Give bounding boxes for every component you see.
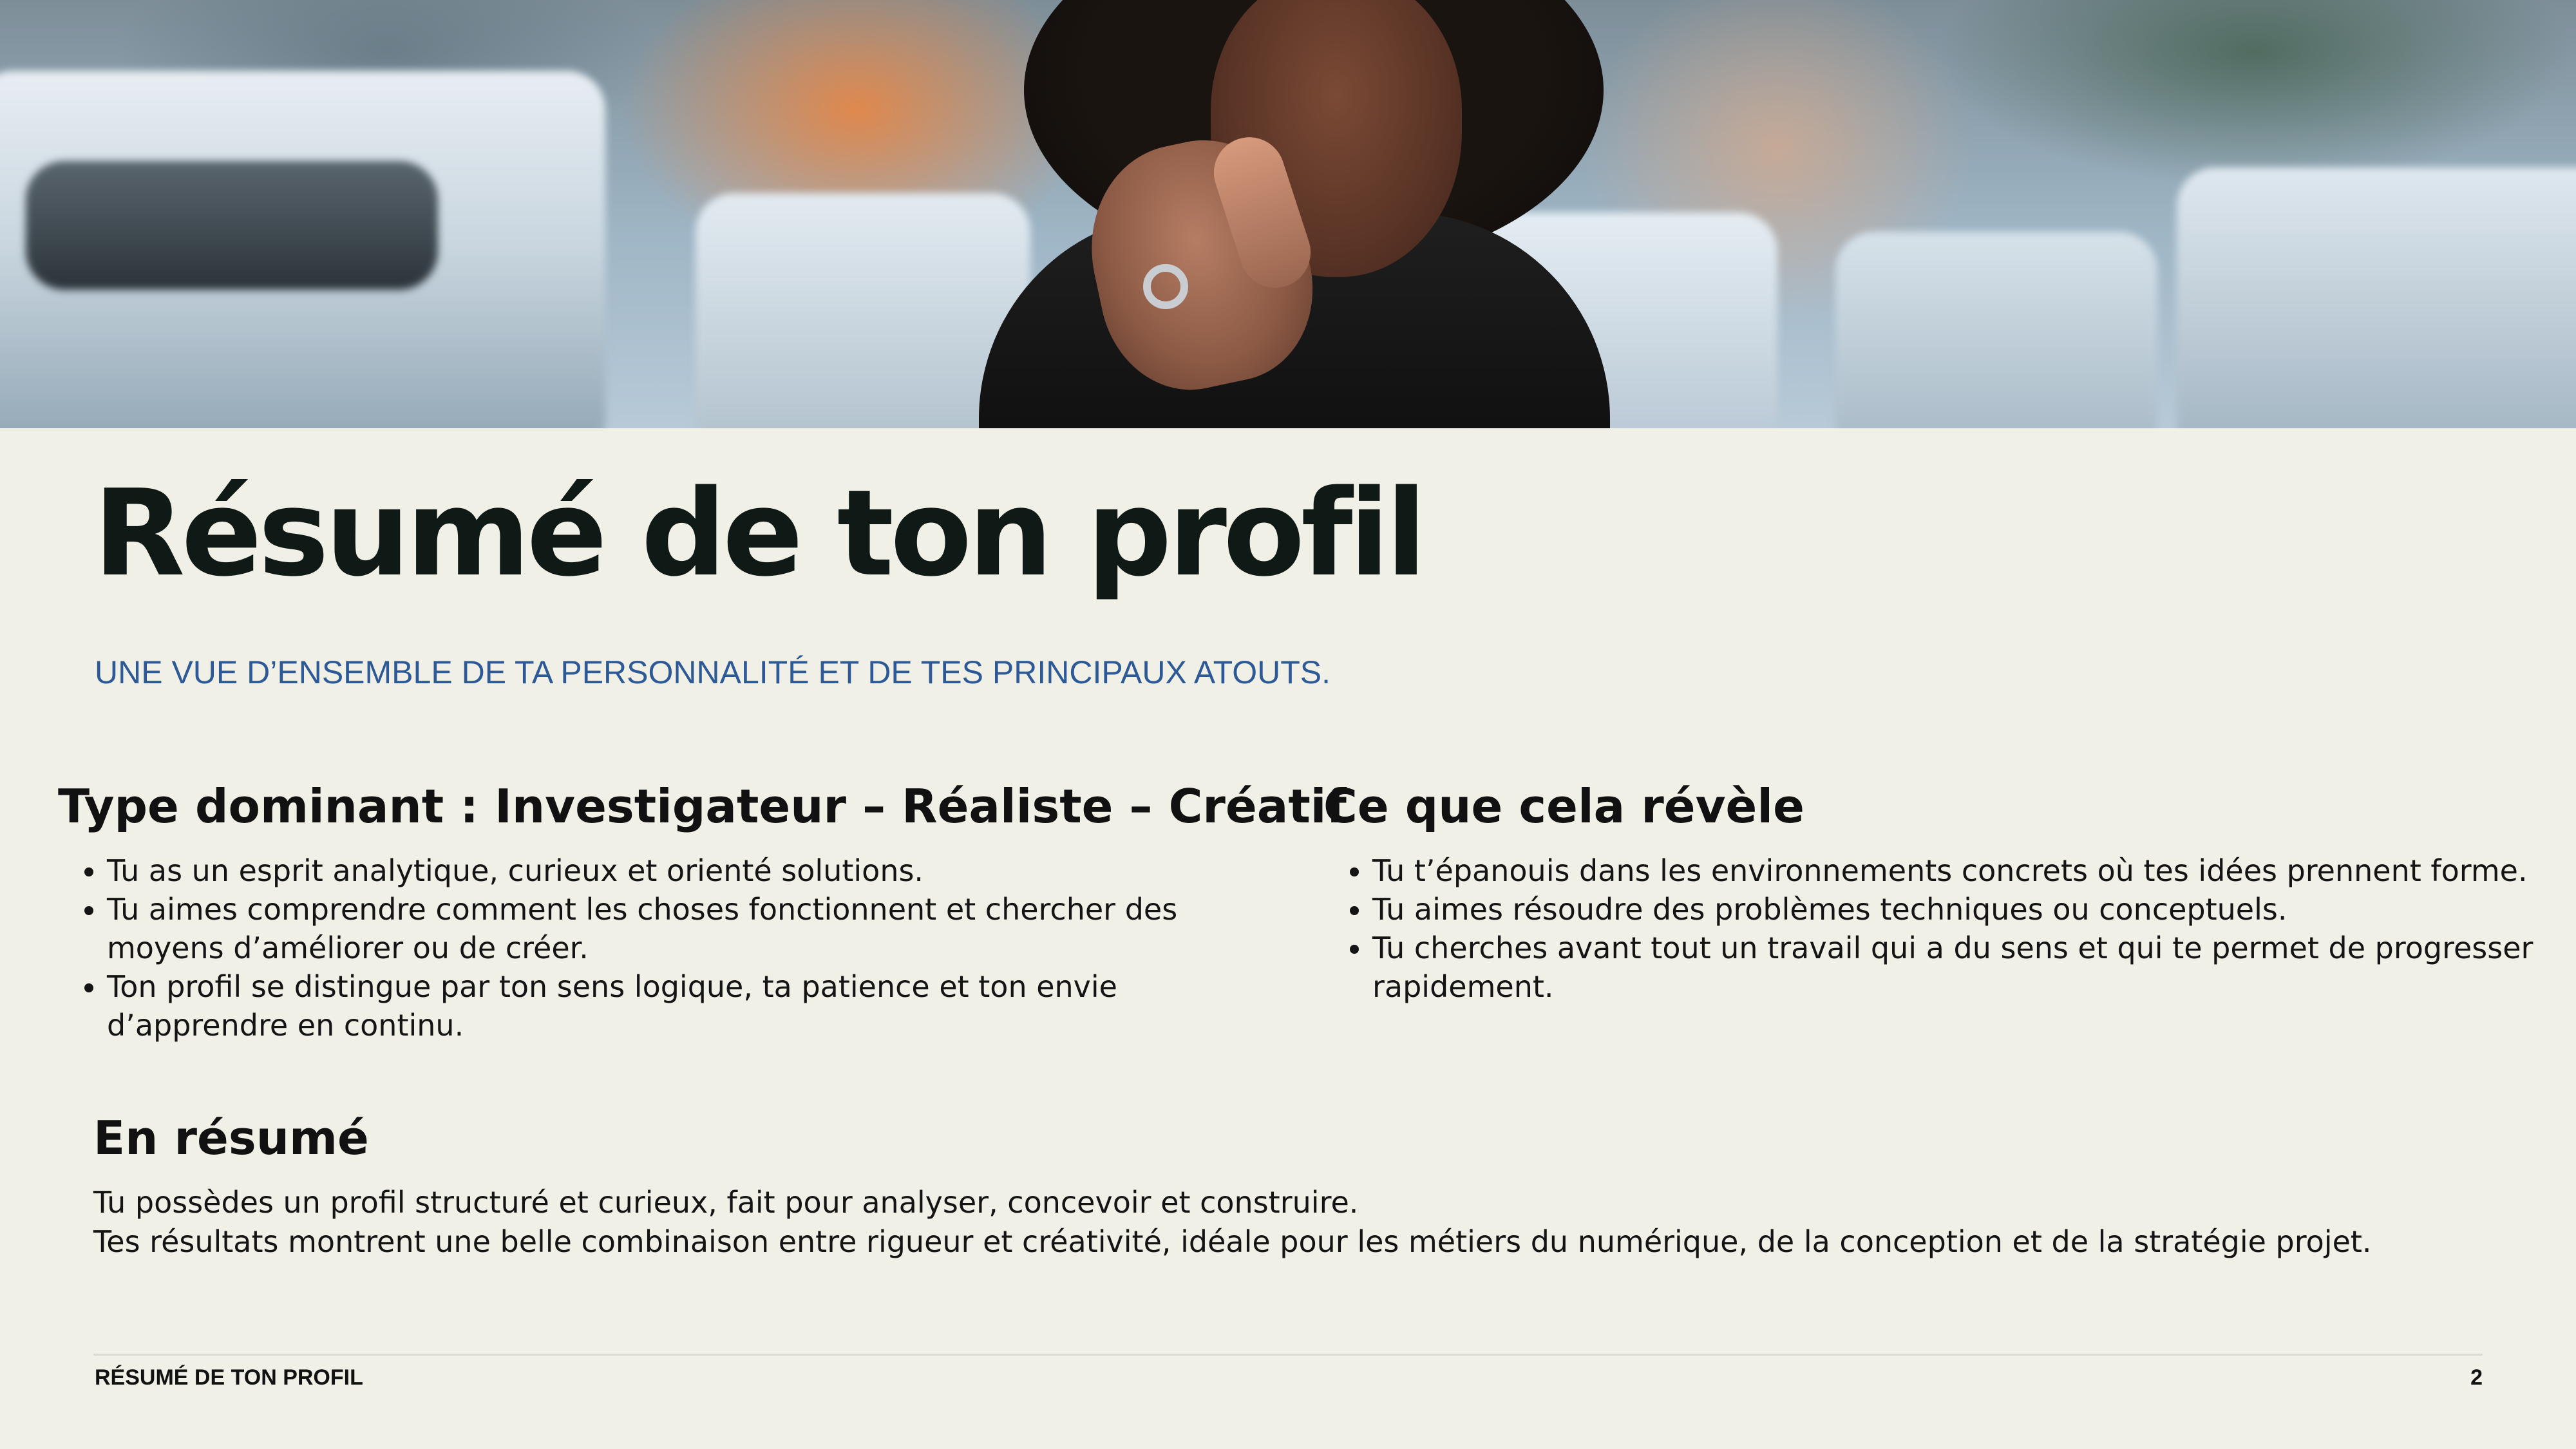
dominant-type-section: Type dominant : Investigateur – Réaliste… [58,779,1347,1045]
blurred-car-shape [1835,232,2157,428]
slide-page: Résumé de ton profil UNE VUE D’ENSEMBLE … [0,0,2576,1449]
page-title: Résumé de ton profil [93,464,1426,603]
footer-label: RÉSUMÉ DE TON PROFIL [95,1365,363,1390]
list-item: Tu aimes résoudre des problèmes techniqu… [1372,890,2547,929]
list-item: Tu as un esprit analytique, curieux et o… [107,851,1282,890]
summary-heading: En résumé [93,1111,369,1165]
blurred-car-shape [2177,167,2576,428]
list-item: Tu cherches avant tout un travail qui a … [1372,929,2547,1006]
reveals-section: Ce que cela révèle Tu t’épanouis dans le… [1323,779,2547,1006]
dominant-type-heading: Type dominant : Investigateur – Réaliste… [58,779,1347,833]
page-number: 2 [2470,1365,2483,1390]
footer-divider [93,1354,2483,1356]
list-item: Tu aimes comprendre comment les choses f… [107,890,1282,967]
reveals-heading: Ce que cela révèle [1323,779,1804,833]
reveals-list: Tu t’épanouis dans les environnements co… [1323,851,2547,1006]
hero-photo [0,0,2576,428]
list-item: Tu t’épanouis dans les environnements co… [1372,851,2547,890]
list-item: Ton profil se distingue par ton sens log… [107,967,1282,1045]
dominant-type-list: Tu as un esprit analytique, curieux et o… [58,851,1282,1045]
summary-section: En résumé Tu possèdes un profil structur… [93,1111,2508,1262]
summary-line: Tu possèdes un profil structuré et curie… [93,1185,1359,1220]
page-subtitle: UNE VUE D’ENSEMBLE DE TA PERSONNALITÉ ET… [95,654,1331,690]
summary-line: Tes résultats montrent une belle combina… [93,1224,2372,1259]
ring-shape [1143,264,1188,309]
blurred-car-window-shape [26,161,438,290]
